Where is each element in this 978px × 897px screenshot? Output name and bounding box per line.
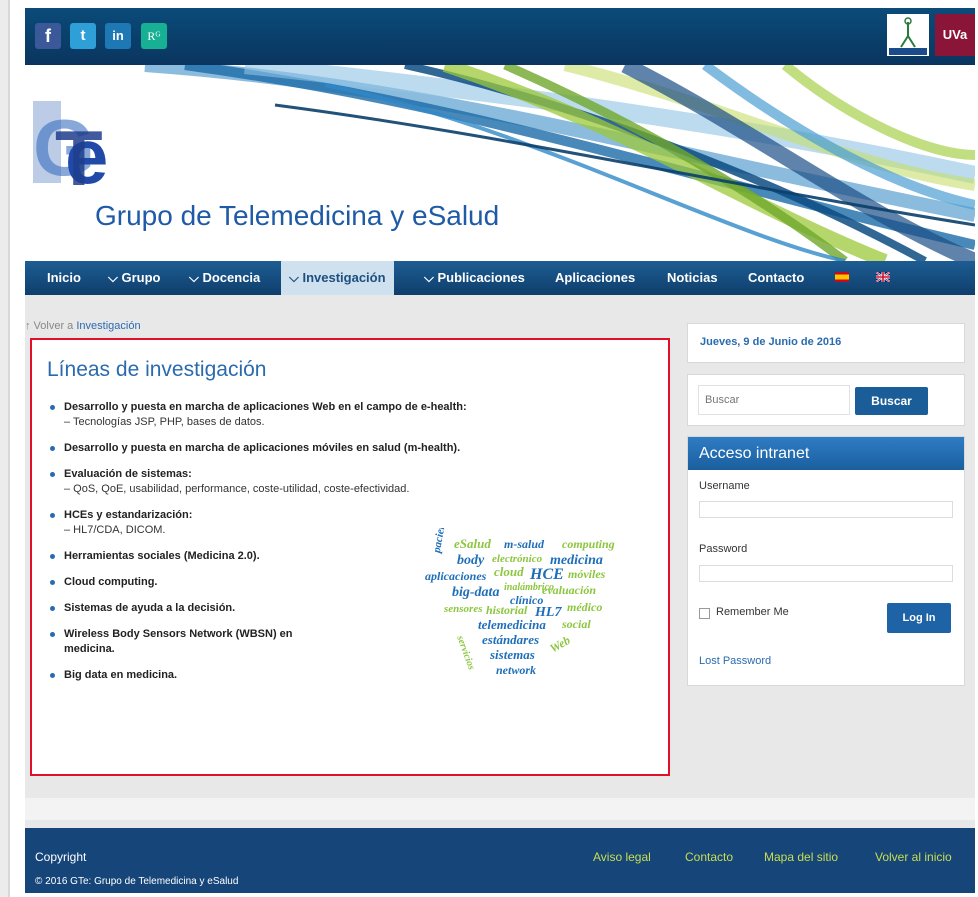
twitter-icon[interactable]: t: [70, 23, 96, 49]
list-item: Desarrollo y puesta en marcha de aplicac…: [50, 441, 530, 456]
footer: Copyright © 2016 GTe: Grupo de Telemedic…: [25, 828, 975, 893]
lost-password-link[interactable]: Lost Password: [699, 655, 771, 667]
nav-noticias[interactable]: Noticias: [667, 261, 718, 295]
svg-text:social: social: [561, 617, 591, 631]
login-widget: Acceso intranet Username Password Rememb…: [687, 436, 965, 686]
footer-link-mapa[interactable]: Mapa del sitio: [764, 850, 838, 864]
page: f t in Rᴳ UVa G e T Grupo de Telemedicin…: [25, 8, 975, 893]
svg-text:telemedicina: telemedicina: [478, 617, 546, 632]
svg-text:network: network: [496, 663, 536, 677]
svg-text:aplicaciones: aplicaciones: [425, 569, 487, 583]
svg-text:computing: computing: [562, 537, 615, 551]
svg-text:sensores: sensores: [443, 603, 483, 615]
svg-text:HCE: HCE: [529, 566, 564, 583]
search-input[interactable]: [698, 385, 850, 415]
search-button[interactable]: Buscar: [855, 387, 928, 415]
etsit-uva-logo[interactable]: [887, 14, 929, 56]
search-widget: Buscar: [687, 374, 965, 426]
remember-me-label: Remember Me: [716, 606, 789, 618]
svg-text:servicios: servicios: [454, 633, 477, 671]
footer-link-aviso-legal[interactable]: Aviso legal: [593, 850, 651, 864]
nav-grupo[interactable]: ⌵ Grupo: [108, 261, 160, 295]
svg-text:historial: historial: [486, 603, 528, 617]
footer-spacer: [25, 798, 975, 820]
svg-text:móviles: móviles: [568, 567, 606, 581]
window-frame: [0, 0, 8, 897]
facebook-icon[interactable]: f: [35, 23, 61, 49]
copyright-heading: Copyright: [35, 850, 87, 864]
username-field[interactable]: [699, 501, 953, 518]
svg-text:cloud: cloud: [494, 564, 524, 579]
login-title: Acceso intranet: [688, 437, 964, 470]
username-label: Username: [699, 480, 750, 492]
nav-publicaciones[interactable]: ⌵ Publicaciones: [424, 261, 525, 295]
svg-text:paciente: paciente: [431, 528, 450, 555]
current-date: Jueves, 9 de Junio de 2016: [700, 336, 842, 348]
list-item: Evaluación de sistemas: – QoS, QoE, usabi…: [50, 467, 530, 497]
linkedin-icon[interactable]: in: [105, 23, 131, 49]
breadcrumb-prefix: ↑ Volver a: [25, 320, 74, 332]
svg-text:estándares: estándares: [482, 632, 539, 647]
breadcrumb: ↑ Volver a Investigación: [25, 320, 141, 332]
footer-link-inicio[interactable]: Volver al inicio: [875, 850, 952, 864]
list-item: Wireless Body Sensors Network (WBSN) en …: [50, 627, 334, 657]
spain-flag-icon[interactable]: [835, 272, 849, 282]
researchgate-icon[interactable]: Rᴳ: [141, 23, 167, 49]
uk-flag-icon[interactable]: [876, 272, 890, 282]
nav-docencia[interactable]: ⌵ Docencia: [189, 261, 260, 295]
svg-text:T: T: [55, 114, 103, 202]
date-widget: Jueves, 9 de Junio de 2016: [687, 323, 965, 363]
window-frame-border: [8, 0, 10, 897]
uva-logo[interactable]: UVa: [935, 14, 975, 56]
list-item: Desarrollo y puesta en marcha de aplicac…: [50, 400, 530, 430]
main-nav: Inicio ⌵ Grupo ⌵ Docencia ⌵ Investigació…: [25, 261, 975, 295]
login-button[interactable]: Log In: [887, 603, 951, 633]
svg-text:sistemas: sistemas: [489, 647, 535, 662]
content-panel: Líneas de investigación Desarrollo y pue…: [30, 338, 670, 776]
footer-link-contacto[interactable]: Contacto: [685, 850, 733, 864]
svg-text:m-salud: m-salud: [504, 537, 545, 551]
svg-text:médico: médico: [567, 600, 602, 614]
svg-text:body: body: [457, 553, 485, 568]
svg-text:eSalud: eSalud: [454, 536, 491, 551]
password-field[interactable]: [699, 565, 953, 582]
svg-text:evaluación: evaluación: [542, 583, 596, 597]
page-title: Líneas de investigación: [47, 358, 267, 381]
svg-text:Web: Web: [547, 633, 572, 656]
nav-investigacion[interactable]: ⌵ Investigación: [281, 261, 394, 295]
nav-contacto[interactable]: Contacto: [748, 261, 804, 295]
word-cloud-image: eSalud m-salud computing body electrónic…: [425, 528, 615, 677]
remember-me-checkbox[interactable]: [699, 608, 710, 619]
top-bar: f t in Rᴳ UVa: [25, 8, 975, 65]
nav-inicio[interactable]: Inicio: [47, 261, 81, 295]
breadcrumb-link[interactable]: Investigación: [76, 320, 140, 332]
svg-text:big-data: big-data: [452, 585, 499, 600]
site-title[interactable]: Grupo de Telemedicina y eSalud: [95, 200, 499, 232]
nav-aplicaciones[interactable]: Aplicaciones: [555, 261, 635, 295]
copyright-text: © 2016 GTe: Grupo de Telemedicina y eSal…: [35, 876, 239, 887]
password-label: Password: [699, 543, 748, 555]
